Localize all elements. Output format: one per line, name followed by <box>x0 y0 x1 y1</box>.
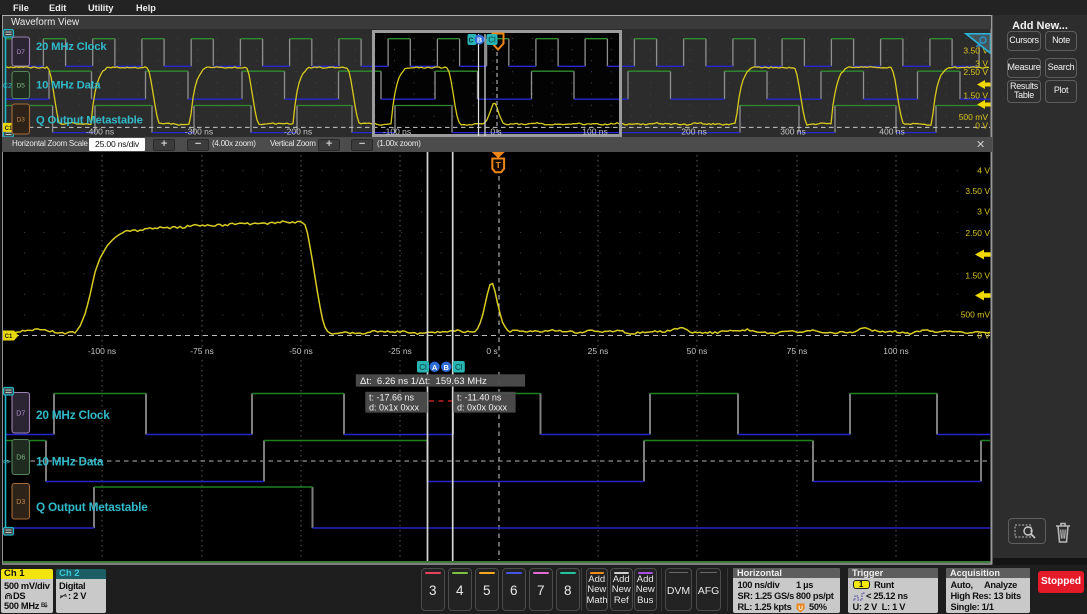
svg-text:-200 ns: -200 ns <box>284 127 312 137</box>
svg-text:1.50 V: 1.50 V <box>963 91 988 101</box>
svg-text:<>: <> <box>2 457 11 466</box>
svg-text:Q Output Metastable: Q Output Metastable <box>36 115 143 127</box>
svg-text:-400 ns: -400 ns <box>86 127 114 137</box>
svg-text:75 ns: 75 ns <box>787 346 808 356</box>
svg-text:Cl: Cl <box>455 363 463 372</box>
svg-text:t: -11.40 ns: t: -11.40 ns <box>457 392 502 402</box>
svg-text:0 s: 0 s <box>486 346 497 356</box>
svg-text:-50 ns: -50 ns <box>289 346 313 356</box>
svg-text:2.50 V: 2.50 V <box>965 228 990 238</box>
svg-text:10 MHz Data: 10 MHz Data <box>36 455 104 469</box>
svg-text:-100 ns: -100 ns <box>88 346 116 356</box>
svg-text:300 ns: 300 ns <box>780 127 806 137</box>
svg-text:-75 ns: -75 ns <box>190 346 214 356</box>
svg-text:Cl: Cl <box>419 363 427 372</box>
svg-text:10 MHz Data: 10 MHz Data <box>36 80 101 92</box>
svg-text:500 mV: 500 mV <box>961 310 991 320</box>
svg-text:U: U <box>798 605 803 612</box>
svg-text:2.50 V: 2.50 V <box>963 67 988 77</box>
svg-text:Δt: 6.26 ns 1/Δt: 159.63 MHz: Δt: 6.26 ns 1/Δt: 159.63 MHz <box>360 376 487 387</box>
svg-text:d: 0x1x 0xxx: d: 0x1x 0xxx <box>369 402 420 412</box>
svg-text:3 V: 3 V <box>977 207 990 217</box>
svg-text:200 ns: 200 ns <box>681 127 707 137</box>
svg-text:20 MHz Clock: 20 MHz Clock <box>36 41 107 53</box>
svg-text:0 V: 0 V <box>975 120 988 130</box>
svg-text:D7: D7 <box>17 49 26 56</box>
svg-text:T: T <box>496 160 502 170</box>
svg-text:B: B <box>477 37 482 44</box>
svg-text:-300 ns: -300 ns <box>185 127 213 137</box>
svg-text:Q Output Metastable: Q Output Metastable <box>36 500 148 514</box>
svg-text:D3: D3 <box>16 499 25 506</box>
svg-text:t: -17.66 ns: t: -17.66 ns <box>369 392 415 402</box>
svg-text:d: 0x0x 0xxx: d: 0x0x 0xxx <box>457 402 508 412</box>
svg-text:100 ns: 100 ns <box>582 127 608 137</box>
svg-text:B: B <box>443 363 449 372</box>
svg-text:C2: C2 <box>3 83 12 90</box>
svg-text:Cl: Cl <box>488 36 496 45</box>
svg-text:4 V: 4 V <box>977 166 990 176</box>
svg-text:A: A <box>432 363 438 372</box>
svg-text:50 ns: 50 ns <box>687 346 708 356</box>
svg-text:D3: D3 <box>17 116 26 123</box>
svg-text:0 V: 0 V <box>977 331 990 341</box>
svg-text:C1: C1 <box>5 334 13 340</box>
svg-text:20 MHz Clock: 20 MHz Clock <box>36 408 110 422</box>
svg-text:0 s: 0 s <box>490 127 501 137</box>
svg-text:-25 ns: -25 ns <box>388 346 412 356</box>
svg-text:100 ns: 100 ns <box>883 346 909 356</box>
svg-text:D5: D5 <box>17 82 26 89</box>
svg-text:25 ns: 25 ns <box>588 346 609 356</box>
svg-text:C: C <box>468 38 473 45</box>
svg-text:-100 ns: -100 ns <box>383 127 411 137</box>
svg-text:1.50 V: 1.50 V <box>965 271 990 281</box>
svg-text:D6: D6 <box>16 455 25 462</box>
svg-text:3.50 V: 3.50 V <box>965 186 990 196</box>
svg-text:D7: D7 <box>16 410 25 417</box>
svg-text:400 ns: 400 ns <box>879 127 905 137</box>
